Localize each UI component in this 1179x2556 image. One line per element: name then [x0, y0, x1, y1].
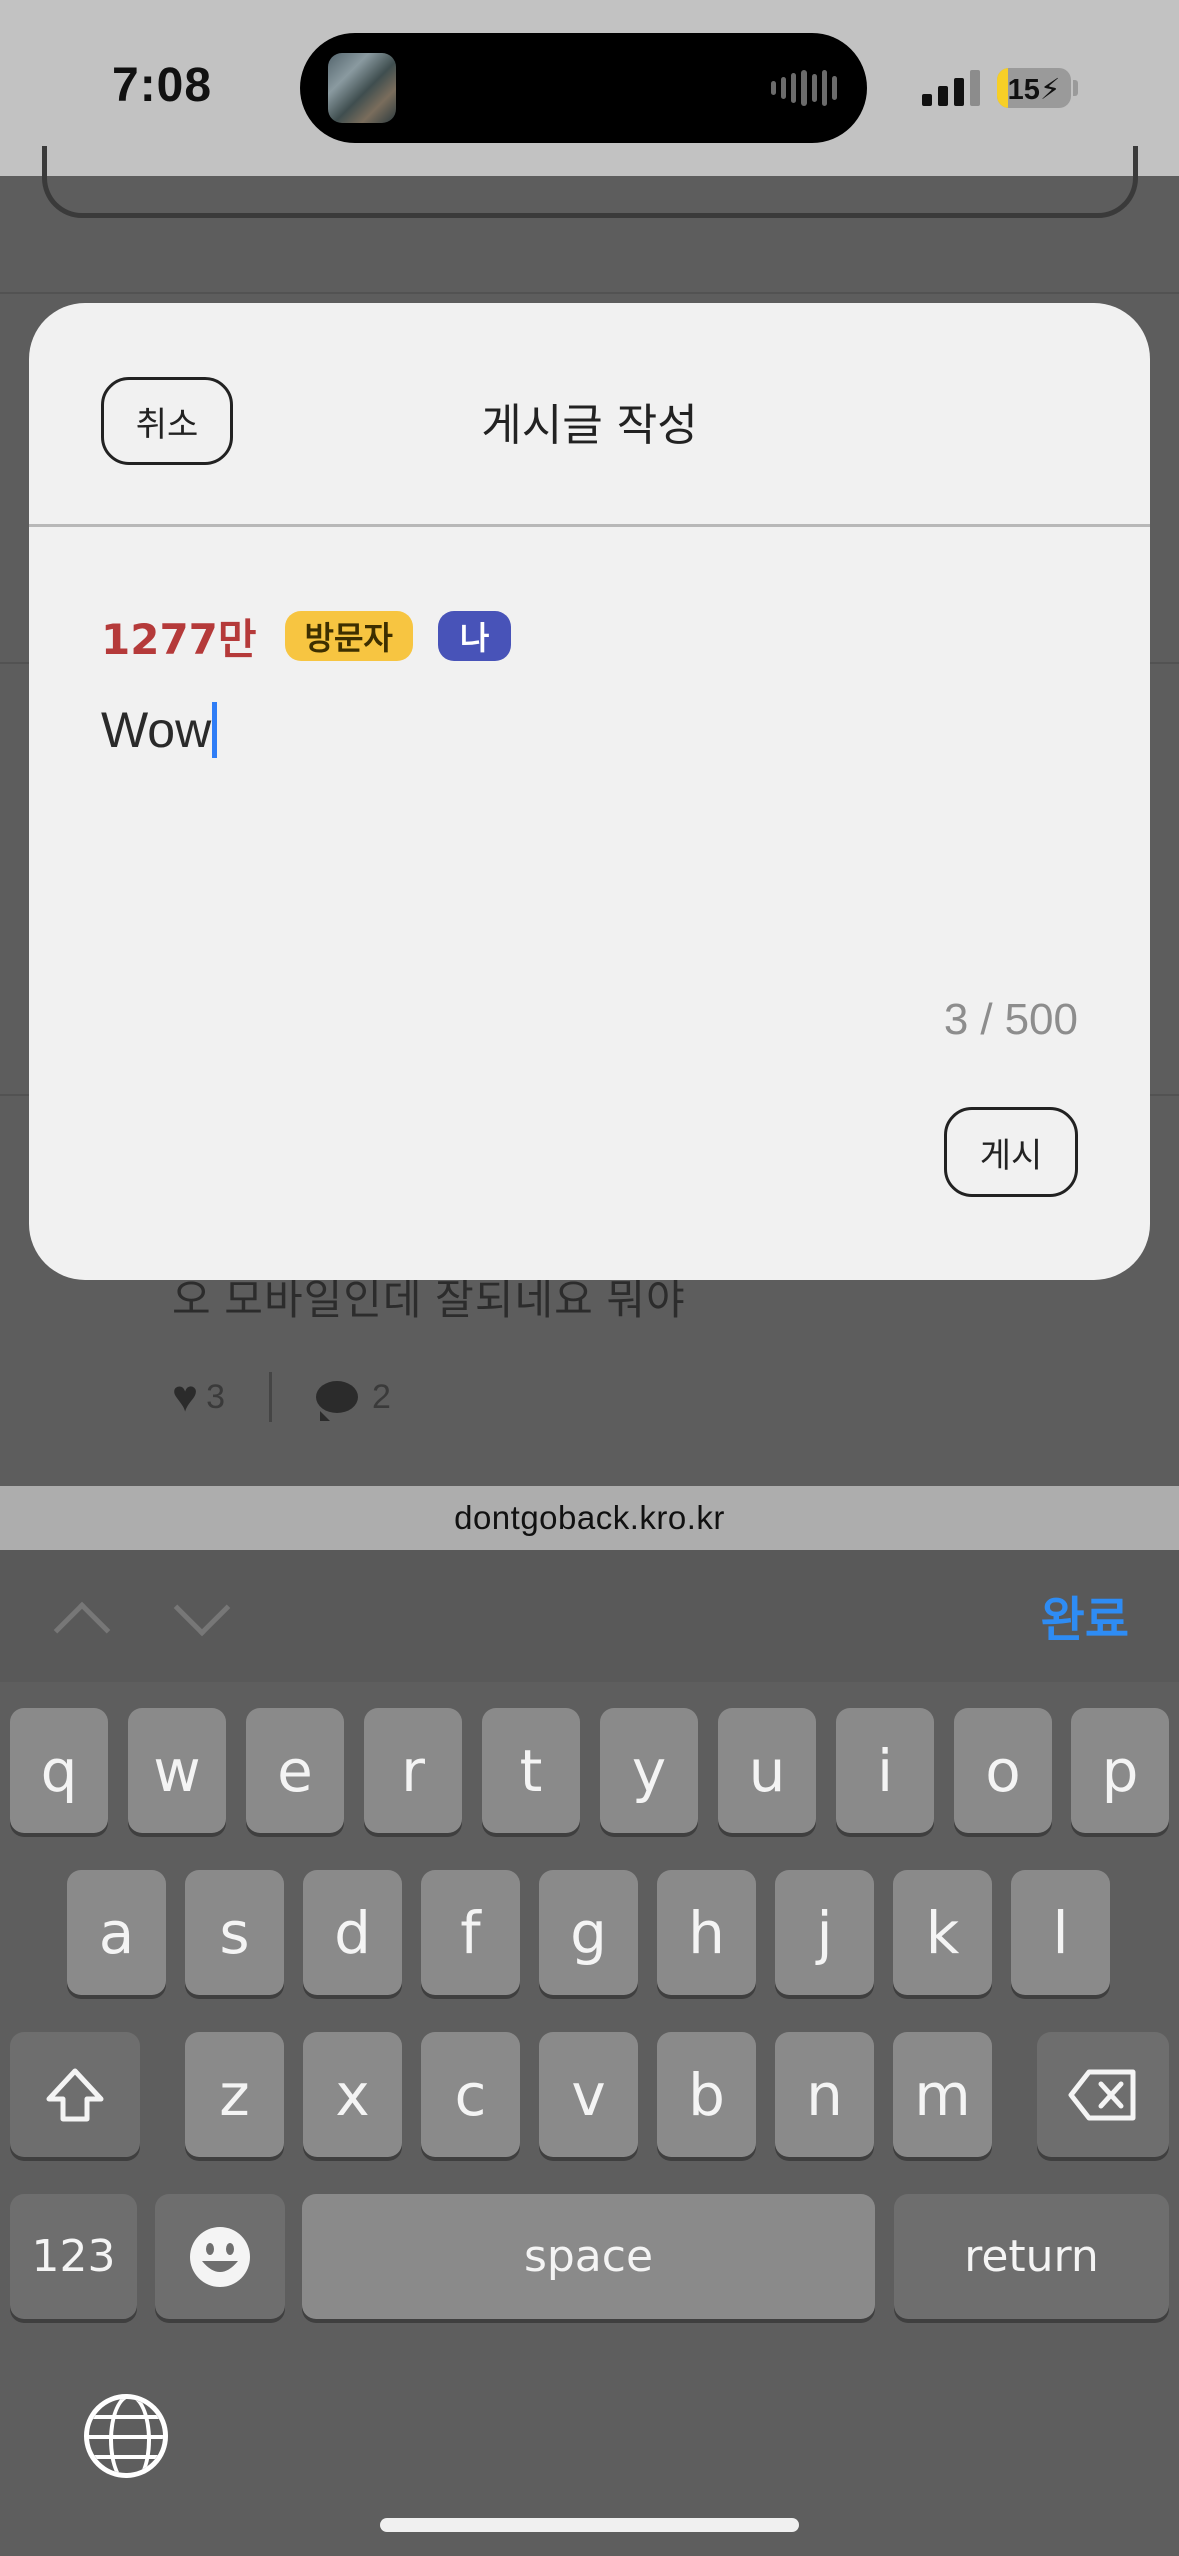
done-button[interactable]: 완료	[1041, 1580, 1129, 1650]
char-count-separator: /	[980, 995, 993, 1044]
key-f[interactable]: f	[421, 1870, 520, 1995]
emoji-key[interactable]	[155, 2194, 285, 2319]
key-n[interactable]: n	[775, 2032, 874, 2157]
battery-icon: 15⚡	[997, 68, 1071, 108]
key-j[interactable]: j	[775, 1870, 874, 1995]
battery-percent: 15	[1007, 74, 1040, 106]
key-z[interactable]: z	[185, 2032, 284, 2157]
post-content-text: Wow	[101, 702, 212, 758]
char-count-current: 3	[943, 995, 969, 1044]
text-caret	[212, 702, 218, 758]
key-u[interactable]: u	[718, 1708, 816, 1833]
keyboard: q w e r t y u i o p a s d f g h j k l z …	[0, 1682, 1179, 2556]
key-t[interactable]: t	[482, 1708, 580, 1833]
character-counter: 3 / 500	[944, 995, 1078, 1045]
divider	[0, 292, 1179, 294]
key-c[interactable]: c	[421, 2032, 520, 2157]
keyboard-accessory-bar: 완료	[0, 1550, 1179, 1682]
post-content-textarea[interactable]: Wow	[101, 701, 218, 759]
next-field-chevron-down-icon[interactable]	[173, 1579, 231, 1637]
cellular-signal-icon	[922, 66, 982, 106]
key-a[interactable]: a	[67, 1870, 166, 1995]
key-s[interactable]: s	[185, 1870, 284, 1995]
comment-count: 2	[372, 1377, 391, 1416]
key-b[interactable]: b	[657, 2032, 756, 2157]
space-key[interactable]: space	[302, 2194, 875, 2319]
now-playing-thumbnail	[328, 53, 396, 123]
browser-url-bar[interactable]: dontgoback.kro.kr	[0, 1486, 1179, 1550]
globe-icon[interactable]	[84, 2394, 168, 2478]
stats-separator	[269, 1372, 273, 1422]
key-q[interactable]: q	[10, 1708, 108, 1833]
like-count: 3	[206, 1377, 226, 1416]
key-x[interactable]: x	[303, 2032, 402, 2157]
modal-header: 취소 게시글 작성	[29, 303, 1150, 527]
heart-icon: ♥	[172, 1372, 199, 1421]
visitor-badge: 방문자	[284, 611, 413, 661]
key-w[interactable]: w	[128, 1708, 226, 1833]
dynamic-island[interactable]	[300, 33, 867, 143]
audio-waveform-icon	[771, 69, 837, 107]
return-key[interactable]: return	[894, 2194, 1169, 2319]
backspace-key[interactable]	[1037, 2032, 1169, 2157]
key-h[interactable]: h	[657, 1870, 756, 1995]
key-y[interactable]: y	[600, 1708, 698, 1833]
background-input-box	[42, 146, 1138, 218]
key-g[interactable]: g	[539, 1870, 638, 1995]
key-e[interactable]: e	[246, 1708, 344, 1833]
key-v[interactable]: v	[539, 2032, 638, 2157]
comment-icon	[316, 1381, 359, 1421]
key-l[interactable]: l	[1011, 1870, 1110, 1995]
char-count-max: 500	[1004, 995, 1078, 1044]
key-d[interactable]: d	[303, 1870, 402, 1995]
modal-title: 게시글 작성	[481, 400, 698, 451]
emoji-icon	[190, 2226, 250, 2287]
post-button[interactable]: 게시	[944, 1107, 1078, 1197]
status-time: 7:08	[112, 59, 213, 112]
previous-field-chevron-up-icon[interactable]	[53, 1601, 111, 1659]
charging-bolt-icon: ⚡	[1039, 74, 1061, 106]
key-i[interactable]: i	[836, 1708, 934, 1833]
key-k[interactable]: k	[893, 1870, 992, 1995]
me-badge: 나	[437, 611, 512, 661]
home-indicator[interactable]	[380, 2518, 799, 2532]
author-meta: 1277만 방문자 나	[101, 609, 512, 664]
compose-post-modal: 취소 게시글 작성 1277만 방문자 나 Wow 3 / 500 게시	[29, 303, 1150, 1280]
key-m[interactable]: m	[893, 2032, 992, 2157]
background-post-stats: ♥ 3 2	[172, 1372, 391, 1422]
shift-icon	[46, 2068, 104, 2121]
battery-cap	[1073, 80, 1078, 96]
key-o[interactable]: o	[954, 1708, 1052, 1833]
backspace-icon	[1068, 2069, 1136, 2120]
key-r[interactable]: r	[364, 1708, 462, 1833]
key-p[interactable]: p	[1071, 1708, 1169, 1833]
numbers-key[interactable]: 123	[10, 2194, 137, 2319]
shift-key[interactable]	[10, 2032, 140, 2157]
view-count: 1277만	[101, 614, 257, 664]
